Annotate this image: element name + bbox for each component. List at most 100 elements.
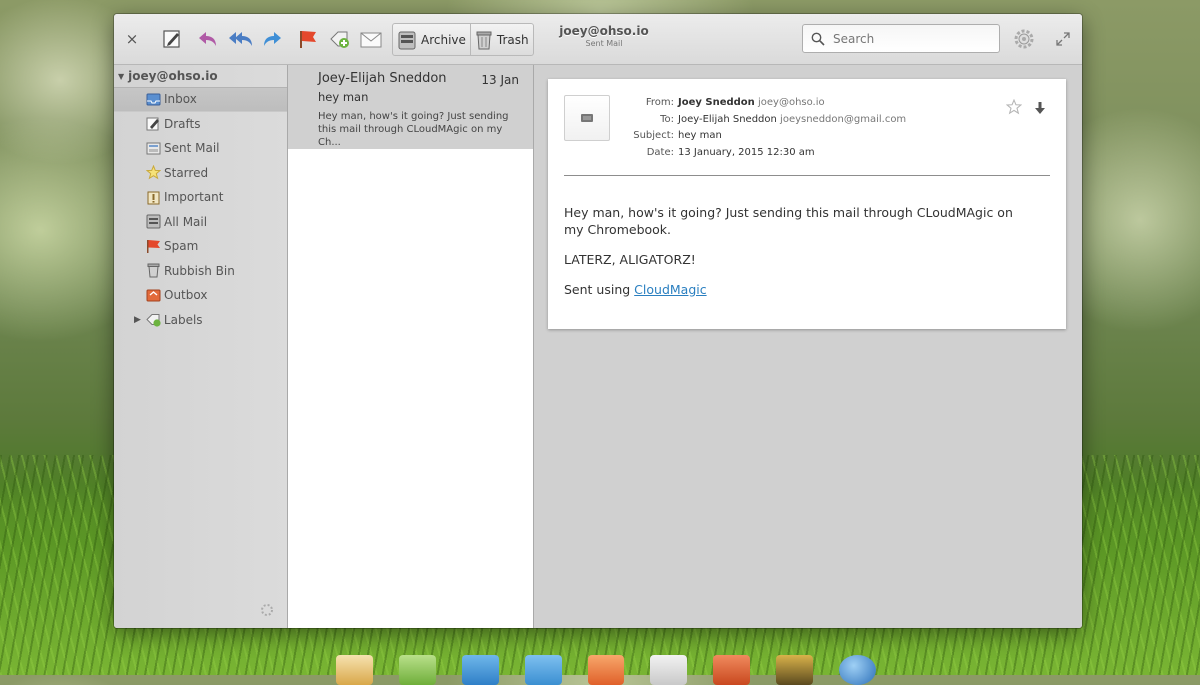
dock-browser-app-icon[interactable]	[839, 655, 877, 685]
toolbar: × Archive Trash joey@ohso.io Sent Mail S…	[114, 14, 1082, 65]
body-paragraph: Hey man, how's it going? Just sending th…	[564, 205, 1013, 237]
message-header: From: Joey Sneddon joey@ohso.io To: Joey…	[616, 95, 906, 161]
dock-calendar-app-icon[interactable]	[398, 655, 436, 685]
subject-value: hey man	[678, 130, 722, 141]
to-name[interactable]: Joey-Elijah Sneddon	[678, 114, 777, 125]
add-label-button[interactable]	[328, 26, 352, 52]
flag-button[interactable]	[296, 26, 320, 52]
sidebar-item-outbox[interactable]: Outbox	[114, 283, 287, 308]
trash-label: Trash	[496, 32, 529, 47]
compose-icon	[161, 28, 183, 50]
important-icon	[146, 190, 161, 205]
sidebar-item-label: Outbox	[164, 288, 208, 303]
archive-label: Archive	[421, 32, 466, 47]
star-icon	[146, 165, 161, 180]
star-button[interactable]	[1005, 98, 1023, 119]
envelope-icon	[359, 28, 383, 50]
sidebar-item-label: Starred	[164, 165, 209, 180]
search-icon	[811, 32, 825, 46]
sent-mail-icon	[146, 141, 161, 156]
sidebar-item-label: Sent Mail	[164, 141, 220, 156]
sidebar-account[interactable]: ▼ joey@ohso.io	[114, 65, 287, 87]
window-title: joey@ohso.io Sent Mail	[534, 24, 674, 48]
loading-spinner-icon	[260, 602, 274, 616]
maximize-button[interactable]	[1054, 26, 1072, 52]
sidebar-item-label: Spam	[164, 239, 199, 254]
dock-music-app-icon[interactable]	[587, 655, 625, 685]
sidebar-item-all-mail[interactable]: All Mail	[114, 210, 287, 235]
spam-flag-icon	[146, 239, 161, 254]
from-name[interactable]: Joey Sneddon	[678, 97, 755, 108]
header-divider	[564, 175, 1050, 176]
sidebar-item-label: Important	[164, 190, 224, 205]
sidebar-item-starred[interactable]: Starred	[114, 161, 287, 186]
trash-icon	[475, 29, 493, 51]
rubbish-bin-icon	[146, 263, 161, 278]
dock-messages-app-icon[interactable]	[650, 655, 688, 685]
expand-arrow-icon: ▶	[134, 314, 141, 325]
close-icon: ×	[125, 30, 139, 48]
sidebar-item-label: All Mail	[164, 214, 208, 229]
inbox-icon	[146, 92, 161, 107]
flag-icon	[297, 28, 319, 50]
settings-button[interactable]	[1012, 26, 1036, 52]
message-card: From: Joey Sneddon joey@ohso.io To: Joey…	[548, 79, 1066, 329]
archive-button[interactable]: Archive	[393, 24, 470, 55]
message-body: Hey man, how's it going? Just sending th…	[564, 204, 1034, 311]
sidebar-item-spam[interactable]: Spam	[114, 234, 287, 259]
to-address[interactable]: joeysneddon@gmail.com	[780, 114, 906, 125]
compose-button[interactable]	[160, 26, 184, 52]
mark-read-button[interactable]	[358, 26, 384, 52]
to-label: To:	[660, 113, 674, 125]
archive-icon	[397, 29, 417, 51]
more-options-button[interactable]	[1034, 100, 1046, 119]
list-item[interactable]: Joey-Elijah Sneddon 13 Jan hey man Hey m…	[288, 65, 533, 149]
archive-trash-group: Archive Trash	[392, 23, 534, 56]
sidebar-item-important[interactable]: Important	[114, 185, 287, 210]
date-label: Date:	[646, 146, 674, 158]
subject-label: Subject:	[633, 130, 674, 141]
date-value: 13 January, 2015 12:30 am	[678, 146, 815, 158]
labels-icon	[146, 312, 161, 327]
sidebar-item-sent-mail[interactable]: Sent Mail	[114, 136, 287, 161]
title-folder-name: Sent Mail	[585, 39, 623, 48]
sidebar-item-label: Drafts	[164, 116, 201, 131]
message-preview: Hey man, how's it going? Just sending th…	[318, 111, 509, 148]
trash-button[interactable]: Trash	[469, 24, 533, 55]
dock-mail-app-icon[interactable]	[336, 655, 373, 685]
message-date: 13 Jan	[481, 73, 519, 87]
dock-files-app-icon[interactable]	[461, 655, 499, 685]
message-actions	[1005, 98, 1046, 119]
reading-pane: From: Joey Sneddon joey@ohso.io To: Joey…	[534, 65, 1082, 628]
sidebar-item-label: Labels	[163, 312, 203, 327]
dock-photos-app-icon[interactable]	[524, 655, 562, 685]
message-subject: hey man	[318, 90, 369, 104]
forward-button[interactable]	[260, 26, 284, 52]
sidebar-item-drafts[interactable]: Drafts	[114, 112, 287, 137]
dock	[330, 655, 877, 685]
expand-arrow-icon: ▼	[118, 71, 125, 81]
from-address[interactable]: joey@ohso.io	[758, 97, 825, 108]
cloudmagic-link[interactable]: CloudMagic	[634, 282, 706, 297]
add-label-icon	[329, 28, 351, 50]
dock-app-icon[interactable]	[776, 655, 814, 685]
avatar-placeholder-icon	[581, 114, 593, 122]
from-label: From:	[645, 97, 674, 108]
sidebar-account-label: joey@ohso.io	[128, 69, 218, 83]
sidebar-item-label: Rubbish Bin	[164, 263, 235, 278]
reply-button[interactable]	[196, 26, 220, 52]
outbox-icon	[146, 288, 161, 303]
sidebar-item-rubbish-bin[interactable]: Rubbish Bin	[114, 259, 287, 284]
search-box[interactable]	[802, 24, 1000, 53]
reply-all-button[interactable]	[226, 26, 254, 52]
sidebar-item-inbox[interactable]: Inbox	[114, 87, 287, 112]
forward-icon	[261, 28, 283, 50]
signature: Sent using CloudMagic	[564, 281, 1034, 298]
mail-window: × Archive Trash joey@ohso.io Sent Mail S…	[114, 14, 1082, 628]
message-list: Joey-Elijah Sneddon 13 Jan hey man Hey m…	[288, 65, 534, 628]
dock-store-app-icon[interactable]	[713, 655, 751, 685]
search-input[interactable]	[831, 30, 995, 47]
body-paragraph: LATERZ, ALIGATORZ!	[564, 252, 696, 267]
sidebar-item-labels[interactable]: ▶ Labels	[114, 308, 287, 333]
close-button[interactable]: ×	[124, 26, 140, 52]
